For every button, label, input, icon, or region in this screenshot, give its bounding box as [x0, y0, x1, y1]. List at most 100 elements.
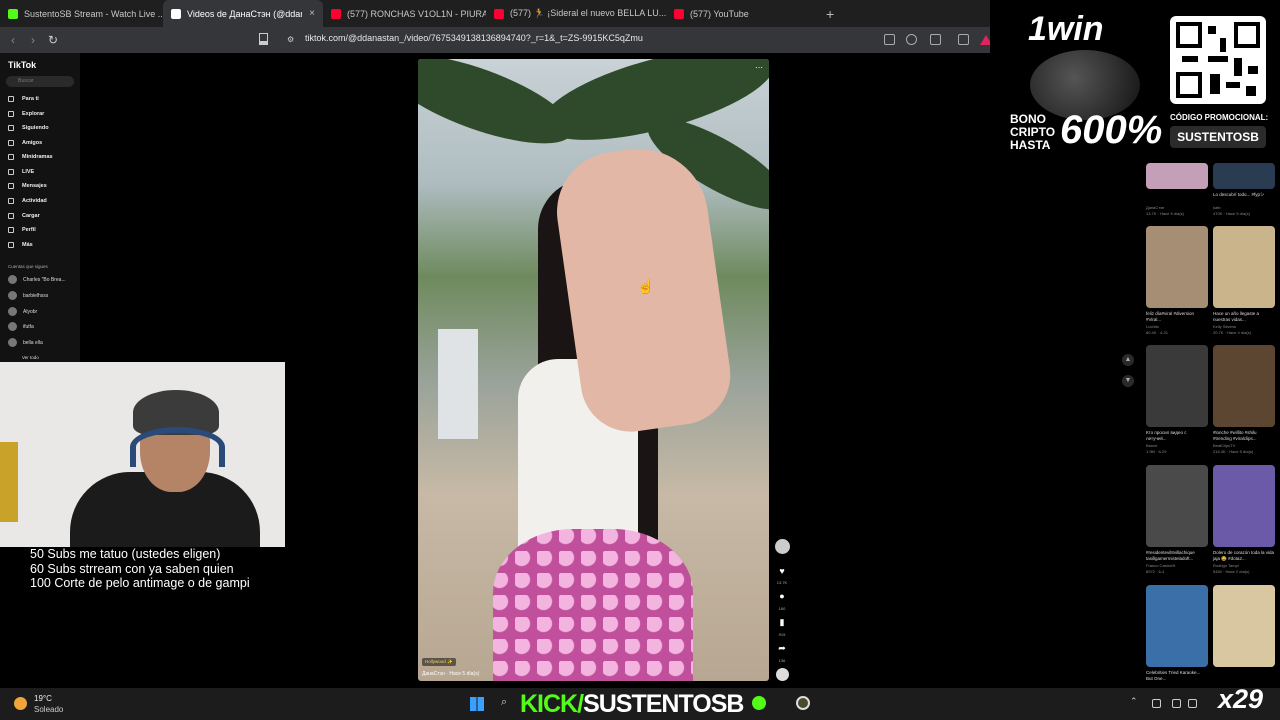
like-icon[interactable]: ♥ [776, 566, 788, 576]
nav-mas[interactable]: Más [8, 242, 33, 248]
tab-tiktok[interactable]: Videos de ДанаСтэн (@ddanast... × [163, 0, 323, 27]
promo-code-label: CÓDIGO PROMOCIONAL: [1170, 113, 1269, 122]
reload-icon[interactable]: ↻ [43, 33, 63, 47]
nav-perfil[interactable]: Perfil [8, 227, 36, 233]
tab-youtube-home[interactable]: (577) YouTube [666, 0, 816, 27]
tiktok-icon [171, 8, 181, 19]
account-name: Charles "Bo Brea... [23, 276, 66, 283]
nav-minidramas[interactable]: Minidramas [8, 154, 53, 160]
following-account[interactable]: Alyobr [8, 307, 37, 316]
video-author[interactable]: ДанаСтэн [1146, 205, 1208, 210]
video-caption[interactable]: feliz día#viral #diversion #Viral... [1146, 311, 1208, 323]
avatar [8, 338, 17, 347]
nav-label: Siguiendo [22, 125, 49, 131]
video-thumbnail[interactable] [1146, 465, 1208, 547]
qr-code [1170, 16, 1266, 104]
video-caption[interactable]: Hace un año llegaste a nuestras vidas... [1213, 311, 1275, 323]
video-author[interactable]: Franco CastroHt [1146, 563, 1208, 568]
more-options-icon[interactable]: ⋯ [755, 63, 763, 72]
share-icon[interactable]: ➦ [776, 643, 788, 654]
video-thumbnail[interactable] [1213, 163, 1275, 189]
nav-cargar[interactable]: Cargar [8, 213, 40, 219]
tab-youtube-ronchas[interactable]: (577) RONCHAS V1OL1N - PIURANO [323, 0, 486, 27]
cast-icon[interactable] [930, 34, 941, 45]
back-arrow-icon[interactable]: ‹ [3, 33, 23, 47]
new-tab-button[interactable]: + [826, 6, 834, 22]
video-author[interactable]: BeatClipsTV [1213, 443, 1275, 448]
weather-description[interactable]: Soleado [34, 705, 63, 714]
nav-siguiendo[interactable]: Siguiendo [8, 125, 49, 131]
video-thumbnail[interactable] [1213, 585, 1275, 667]
close-tab-icon[interactable]: × [303, 8, 315, 19]
creator-avatar[interactable] [775, 539, 790, 554]
nav-live[interactable]: LIVE [8, 169, 34, 175]
video-caption[interactable]: #residentevil8villachique tasillgamermis… [1146, 550, 1208, 562]
video-author[interactable]: Luchito [1146, 324, 1208, 329]
bookmark-save-icon[interactable]: ▮ [776, 617, 788, 628]
show-hidden-icons[interactable]: ⌃ [1130, 696, 1139, 706]
video-thumbnail[interactable] [1146, 226, 1208, 308]
next-video-icon[interactable]: ▼ [1122, 375, 1134, 387]
nav-amigos[interactable]: Amigos [8, 140, 42, 146]
video-author[interactable]: Banve [1146, 443, 1208, 448]
video-author[interactable]: katb [1213, 205, 1275, 210]
following-account[interactable]: ifutfa [8, 322, 34, 331]
nav-para-ti[interactable]: Para ti [8, 96, 39, 102]
shield-icon[interactable] [958, 34, 969, 45]
search-input[interactable]: Buscar [6, 76, 74, 87]
forward-arrow-icon[interactable]: › [23, 33, 43, 47]
windows-taskbar: 19°C Soleado ⌕ KICK/SUSTENTOSB ⌃ x29 [0, 684, 1280, 720]
address-bar[interactable]: tiktok.com/@ddanastan_/video/76753491381… [305, 33, 643, 43]
translate-icon[interactable] [884, 34, 895, 45]
nav-label: Mensajes [22, 183, 47, 189]
video-caption[interactable]: Кто просил видео с летучей... [1146, 430, 1208, 442]
video-thumbnail[interactable] [1213, 465, 1275, 547]
following-account[interactable]: bella ella [8, 338, 43, 347]
music-disc-icon[interactable] [776, 668, 789, 681]
video-thumbnail[interactable] [1213, 226, 1275, 308]
video-thumbnail[interactable] [1146, 345, 1208, 427]
zoom-icon[interactable] [906, 34, 917, 45]
video-stats: 13.7K · Hace 5 día(s) [1146, 211, 1185, 216]
kick-icon [8, 8, 18, 19]
following-icon [8, 125, 14, 131]
webcam-feed [0, 362, 285, 547]
search-icon[interactable]: ⌕ [501, 696, 507, 709]
video-thumbnail[interactable] [1213, 345, 1275, 427]
music-badge[interactable]: Hollywood ✨ [422, 658, 456, 666]
stream-goals: 50 Subs me tatuo (ustedes eligen) 60 Sub… [30, 547, 250, 591]
video-thumbnail[interactable] [1146, 585, 1208, 667]
video-caption[interactable]: ДанаСтэн · Hace 5 día(s) [422, 671, 479, 677]
video-caption[interactable]: #lonche #willito #shilu #trending #viral… [1213, 430, 1275, 442]
see-all-link[interactable]: Ver todo [22, 355, 39, 360]
previous-video-icon[interactable]: ▲ [1122, 354, 1134, 366]
tab-label: SustentoSB Stream - Watch Live ... [24, 8, 163, 19]
windows-start-icon[interactable] [470, 697, 484, 711]
video-author[interactable]: Rodrigo Tampi [1213, 563, 1275, 568]
sun-icon[interactable] [14, 697, 27, 710]
nav-actividad[interactable]: Actividad [8, 198, 47, 204]
volume-icon[interactable] [1188, 699, 1197, 708]
microphone-icon[interactable] [1152, 699, 1161, 708]
following-account[interactable]: barbielhsss [8, 291, 48, 300]
following-account[interactable]: Charles "Bo Brea... [8, 275, 66, 284]
site-info-icon[interactable]: ⚙ [287, 35, 294, 44]
nav-explorar[interactable]: Explorar [8, 111, 44, 117]
temperature[interactable]: 19°C [34, 694, 52, 703]
video-caption[interactable]: Lo descubrí todo... #fypシ [1213, 192, 1275, 198]
browser-tab-bar: SustentoSB Stream - Watch Live ... Video… [0, 0, 990, 27]
bookmark-icon[interactable] [259, 33, 268, 45]
video-thumbnail[interactable] [1146, 163, 1208, 189]
network-icon[interactable] [1172, 699, 1181, 708]
video-author[interactable]: Kelly Stivens [1213, 324, 1275, 329]
nav-mensajes[interactable]: Mensajes [8, 183, 47, 189]
video-player[interactable]: Hollywood ✨ ДанаСтэн · Hace 5 día(s) ⋯ [418, 59, 769, 681]
video-caption[interactable]: Dolero de corazón toda la vida jaja 😂 #d… [1213, 550, 1275, 562]
chrome-icon[interactable] [796, 696, 810, 710]
video-caption[interactable]: Celebrities Tried Karaoke... But One... [1146, 670, 1208, 682]
nav-label: Cargar [22, 213, 40, 219]
tab-youtube-sideral[interactable]: (577) 🏃 ¡Sideral el nuevo BELLA LU... [486, 0, 666, 27]
tiktok-logo[interactable]: TikTok [8, 60, 36, 70]
comment-icon[interactable]: ● [776, 591, 788, 601]
tab-kick-stream[interactable]: SustentoSB Stream - Watch Live ... [0, 0, 163, 27]
